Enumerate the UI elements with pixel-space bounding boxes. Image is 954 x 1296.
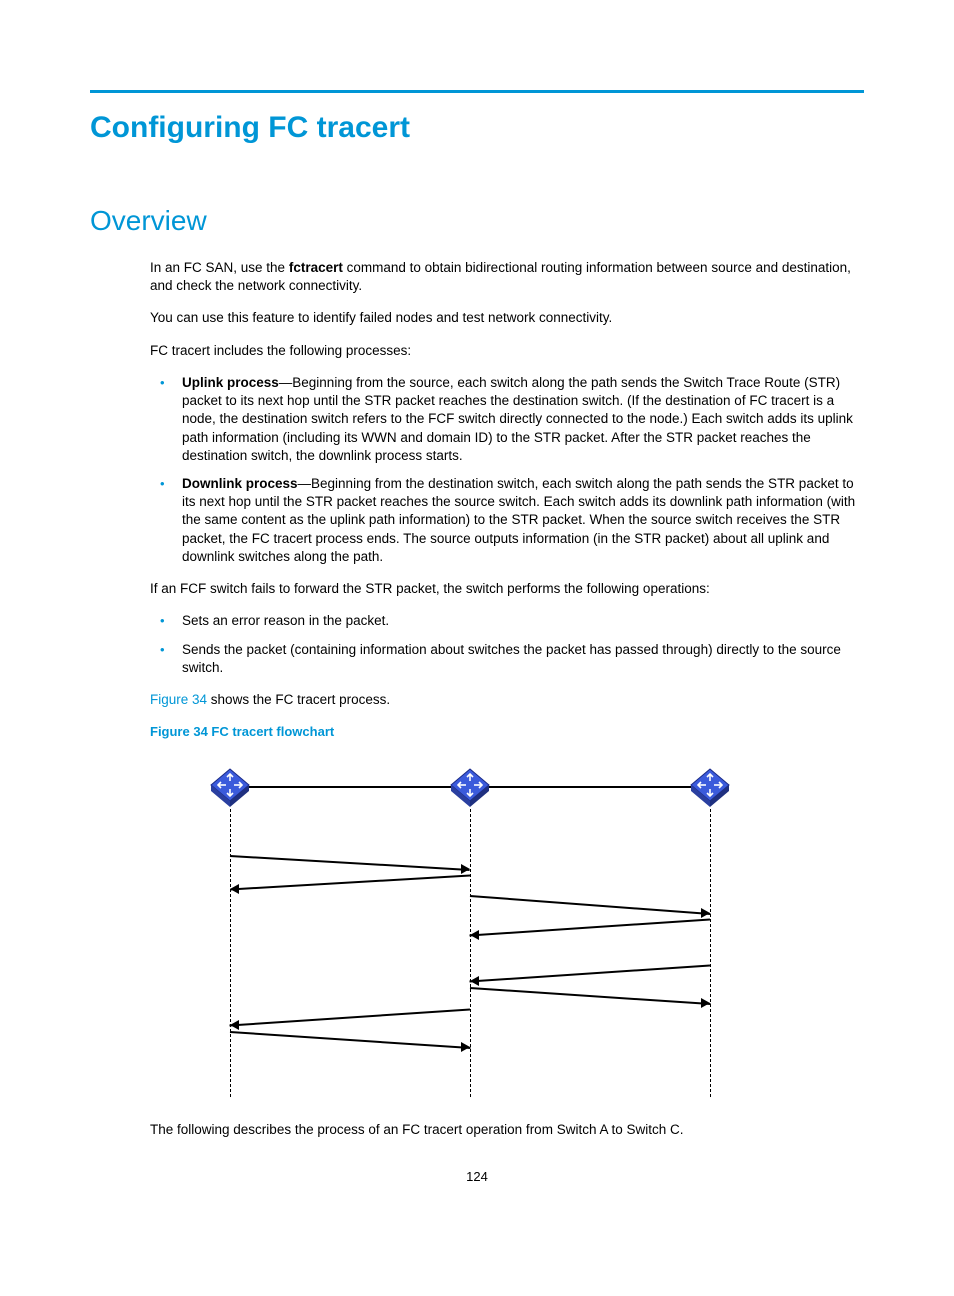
switch-icon [209,767,251,809]
arrow-head-icon [461,1042,470,1052]
arrow-head-icon [470,930,479,940]
intro-para-3: FC tracert includes the following proces… [150,342,864,360]
fail-list: Sets an error reason in the packet. Send… [150,612,864,677]
fail-intro: If an FCF switch fails to forward the ST… [150,580,864,598]
page-title: Configuring FC tracert [90,111,864,145]
intro-para-2: You can use this feature to identify fai… [150,309,864,327]
figure-ref-para: Figure 34 shows the FC tracert process. [150,691,864,709]
timeline-dashed-line [710,809,711,1097]
figure-link[interactable]: Figure 34 [150,692,207,707]
downlink-process-item: Downlink process—Beginning from the dest… [150,475,864,566]
message-arrow [470,895,710,914]
message-arrow [230,875,470,890]
timeline-dashed-line [470,809,471,1097]
fail-item-2: Sends the packet (containing information… [150,641,864,677]
switch-icon [689,767,731,809]
arrow-head-icon [470,976,479,986]
message-arrow [230,855,470,870]
arrow-head-icon [701,998,710,1008]
uplink-label: Uplink process [182,375,279,390]
switch-icon [449,767,491,809]
intro1-pre: In an FC SAN, use the [150,260,289,275]
section-heading: Overview [90,205,864,237]
top-rule [90,90,864,93]
downlink-label: Downlink process [182,476,298,491]
message-arrow [470,965,710,982]
uplink-text: —Beginning from the source, each switch … [182,375,853,463]
figure-caption: Figure 34 FC tracert flowchart [150,723,864,741]
arrow-head-icon [701,908,710,918]
figure-ref-post: shows the FC tracert process. [207,692,390,707]
message-arrow [230,1009,470,1026]
message-arrow [470,919,710,936]
uplink-process-item: Uplink process—Beginning from the source… [150,374,864,465]
fc-tracert-flowchart [180,767,740,1097]
process-list: Uplink process—Beginning from the source… [150,374,864,566]
arrow-head-icon [230,1020,239,1030]
message-arrow [470,987,710,1004]
intro1-cmd: fctracert [289,260,343,275]
arrow-head-icon [461,864,470,874]
message-arrow [230,1031,470,1048]
arrow-head-icon [230,884,239,894]
page-number: 124 [90,1169,864,1184]
intro-para-1: In an FC SAN, use the fctracert command … [150,259,864,295]
after-figure-para: The following describes the process of a… [150,1121,864,1139]
timeline-dashed-line [230,809,231,1097]
fail-item-1: Sets an error reason in the packet. [150,612,864,630]
